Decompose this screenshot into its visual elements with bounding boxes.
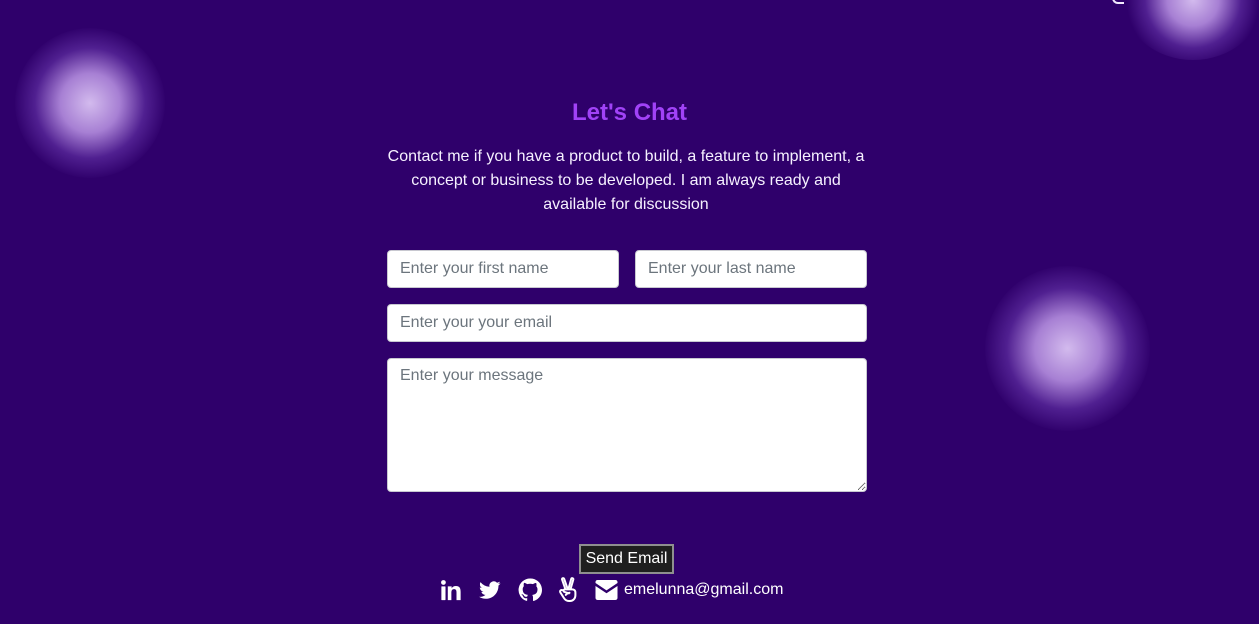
github-link[interactable] [518, 578, 542, 602]
first-name-input[interactable] [387, 250, 619, 288]
send-email-button[interactable]: Send Email [579, 544, 674, 574]
angellist-icon [558, 577, 578, 603]
linkedin-icon [440, 579, 462, 601]
email-input[interactable] [387, 304, 867, 342]
email-link[interactable]: emelunna@gmail.com [594, 580, 783, 600]
background-glow-top-right [1123, 0, 1259, 60]
social-links: emelunna@gmail.com [440, 576, 783, 604]
github-icon [518, 578, 542, 602]
contact-title: Let's Chat [571, 99, 688, 127]
twitter-icon [478, 579, 502, 601]
background-glow-right [985, 266, 1150, 431]
last-name-input[interactable] [635, 250, 867, 288]
linkedin-link[interactable] [440, 579, 462, 601]
partial-icon-top-right [1112, 0, 1124, 4]
message-textarea[interactable] [387, 358, 867, 492]
contact-description: Contact me if you have a product to buil… [387, 148, 865, 213]
envelope-icon [594, 580, 619, 600]
twitter-link[interactable] [478, 579, 502, 601]
email-address: emelunna@gmail.com [624, 581, 784, 598]
angellist-link[interactable] [558, 577, 578, 603]
